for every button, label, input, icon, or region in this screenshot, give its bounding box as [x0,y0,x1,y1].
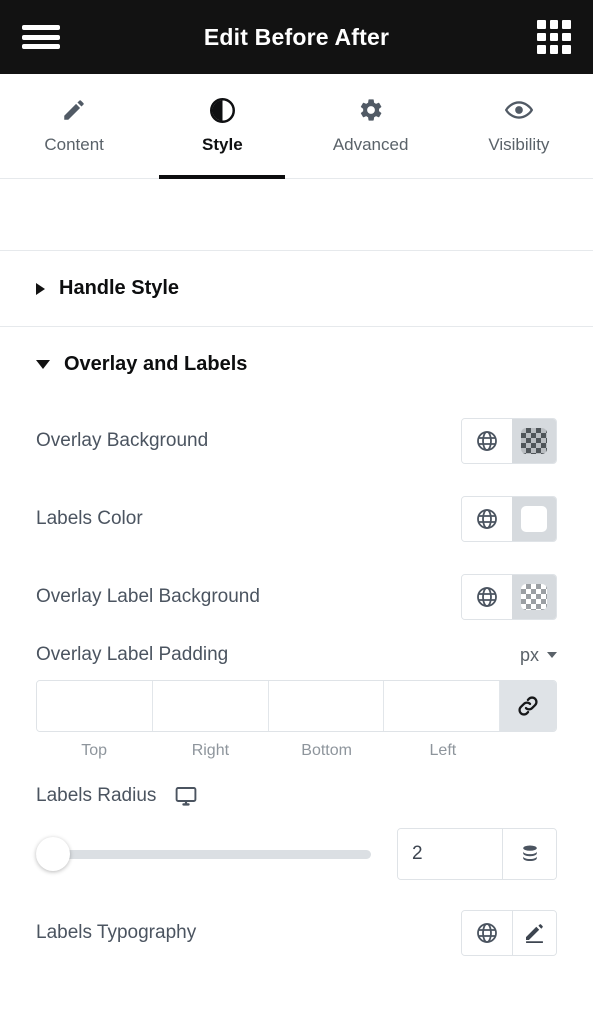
eye-icon [505,97,533,123]
control-labels-radius: Labels Radius [36,760,557,890]
desktop-monitor-icon[interactable] [174,784,198,808]
pencil-icon [61,97,87,123]
tab-content[interactable]: Content [0,74,148,178]
grid-dot [537,20,546,29]
stacked-layers-icon[interactable] [502,829,556,879]
section-header-handle-style[interactable]: Handle Style [0,251,593,326]
control-label: Overlay Label Background [36,586,260,608]
app-bar: Edit Before After [0,0,593,74]
labels-radius-slider-row [36,812,557,890]
control-label: Labels Radius [36,785,156,807]
hamburger-bar [22,44,60,49]
overlay-background-color-picker[interactable] [461,418,557,464]
section-title: Overlay and Labels [64,353,247,376]
color-swatch-button[interactable] [512,497,556,541]
section-body-overlay-and-labels: Overlay Background Labels Color [0,402,593,994]
grid-dot [550,20,559,29]
color-swatch [521,506,547,532]
section-title: Handle Style [59,277,179,300]
chevron-right-icon [36,283,45,295]
control-label: Overlay Background [36,430,208,452]
globe-icon[interactable] [462,419,512,463]
grid-dot [562,20,571,29]
padding-right-input[interactable] [153,681,269,731]
padding-sublabels: Top Right Bottom Left [36,732,557,760]
pencil-edit-icon[interactable] [512,911,556,955]
labels-radius-number-control [397,828,557,880]
sublabel-spacer [501,742,557,760]
control-label: Labels Typography [36,922,196,944]
hamburger-menu-icon[interactable] [22,22,60,52]
padding-sublabel-top: Top [36,742,152,760]
hamburger-bar [22,35,60,40]
tab-label: Style [202,135,243,155]
color-swatch-button[interactable] [512,419,556,463]
color-swatch [521,428,547,454]
slider-track [36,850,371,859]
hamburger-bar [22,25,60,30]
section-header-overlay-and-labels[interactable]: Overlay and Labels [0,327,593,402]
globe-icon[interactable] [462,575,512,619]
labels-radius-input[interactable] [398,829,502,879]
grid-dot [537,33,546,42]
padding-header: Overlay Label Padding px [36,636,557,680]
chevron-down-icon [36,360,50,369]
tab-label: Advanced [333,135,409,155]
tab-visibility[interactable]: Visibility [445,74,593,178]
tab-label: Visibility [488,135,549,155]
control-label: Labels Color [36,508,143,530]
unit-value: px [520,645,539,666]
link-values-toggle[interactable] [500,681,556,731]
grid-dot [550,33,559,42]
grid-dot [537,45,546,54]
panel-top-spacer [0,179,593,251]
padding-sublabel-left: Left [385,742,501,760]
labels-color-picker[interactable] [461,496,557,542]
control-overlay-label-background: Overlay Label Background [36,558,557,636]
padding-left-input[interactable] [384,681,500,731]
tab-advanced[interactable]: Advanced [297,74,445,178]
labels-radius-header: Labels Radius [36,760,557,812]
color-swatch-button[interactable] [512,575,556,619]
grid-dot [550,45,559,54]
page-title: Edit Before After [0,24,593,51]
padding-bottom-input[interactable] [269,681,385,731]
gear-icon [358,97,384,123]
contrast-icon [209,97,236,123]
globe-icon[interactable] [462,911,512,955]
control-labels-typography: Labels Typography [36,890,557,976]
grid-dot [562,33,571,42]
control-labels-color: Labels Color [36,480,557,558]
padding-sublabel-right: Right [152,742,268,760]
globe-icon[interactable] [462,497,512,541]
control-overlay-label-padding: Overlay Label Padding px [36,636,557,760]
padding-input-group [36,680,557,732]
slider-thumb[interactable] [36,837,70,871]
overlay-label-background-color-picker[interactable] [461,574,557,620]
color-swatch [521,584,547,610]
control-overlay-background: Overlay Background [36,402,557,480]
section-overlay-and-labels: Overlay and Labels Overlay Background [0,327,593,994]
labels-radius-slider[interactable] [36,837,371,871]
grid-dot [562,45,571,54]
labels-typography-control[interactable] [461,910,557,956]
padding-unit-select[interactable]: px [520,645,557,666]
tab-bar: Content Style Advanced Visibility [0,74,593,179]
apps-grid-icon[interactable] [537,20,571,54]
control-label: Overlay Label Padding [36,644,228,666]
padding-sublabel-bottom: Bottom [269,742,385,760]
chevron-down-icon [547,652,557,658]
tab-label: Content [44,135,104,155]
section-handle-style: Handle Style [0,251,593,327]
padding-top-input[interactable] [37,681,153,731]
tab-style[interactable]: Style [148,74,296,178]
